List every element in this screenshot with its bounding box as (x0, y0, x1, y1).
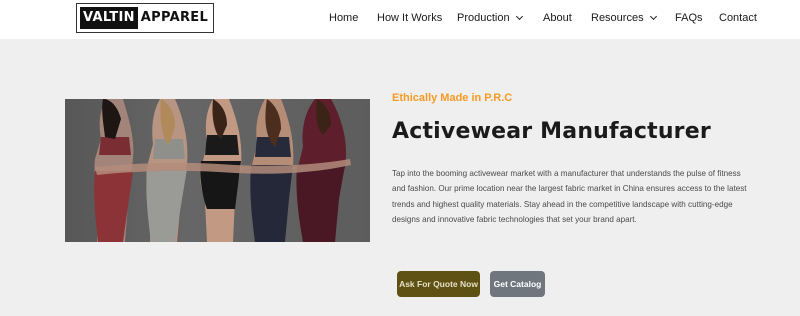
nav-item-resources[interactable]: Resources (591, 12, 657, 24)
nav-label: How It Works (377, 12, 443, 24)
page-title: Activewear Manufacturer (392, 119, 711, 144)
get-catalog-button[interactable]: Get Catalog (490, 271, 545, 297)
logo-text-part2: APPAREL (140, 10, 209, 25)
nav-label: Production (457, 12, 510, 24)
nav-item-production[interactable]: Production (457, 12, 523, 24)
button-label: Get Catalog (493, 279, 542, 289)
logo[interactable]: VALTIN APPAREL (76, 3, 215, 33)
hero-description: Tap into the booming activewear market w… (392, 169, 747, 224)
nav-item-home[interactable]: Home (329, 12, 358, 24)
nav-item-contact[interactable]: Contact (719, 12, 757, 24)
button-label: Ask For Quote Now (399, 279, 478, 289)
nav-label: About (543, 12, 572, 24)
site-header: VALTIN APPAREL Home How It Works Product… (0, 0, 800, 39)
nav-label: FAQs (675, 12, 703, 24)
hero-tagline: Ethically Made in P.R.C (392, 92, 513, 104)
nav-label: Resources (591, 12, 644, 24)
nav-item-how-it-works[interactable]: How It Works (377, 12, 442, 24)
chevron-down-icon (515, 12, 523, 21)
nav-item-about[interactable]: About (543, 12, 572, 24)
chevron-down-icon (649, 12, 657, 21)
nav-label: Contact (719, 12, 757, 24)
ask-for-quote-button[interactable]: Ask For Quote Now (397, 271, 480, 297)
nav-label: Home (329, 12, 359, 24)
nav-item-faqs[interactable]: FAQs (675, 12, 703, 24)
hero-image (65, 99, 370, 242)
logo-text-part1: VALTIN (80, 7, 138, 29)
activewear-models-illustration (94, 99, 351, 242)
